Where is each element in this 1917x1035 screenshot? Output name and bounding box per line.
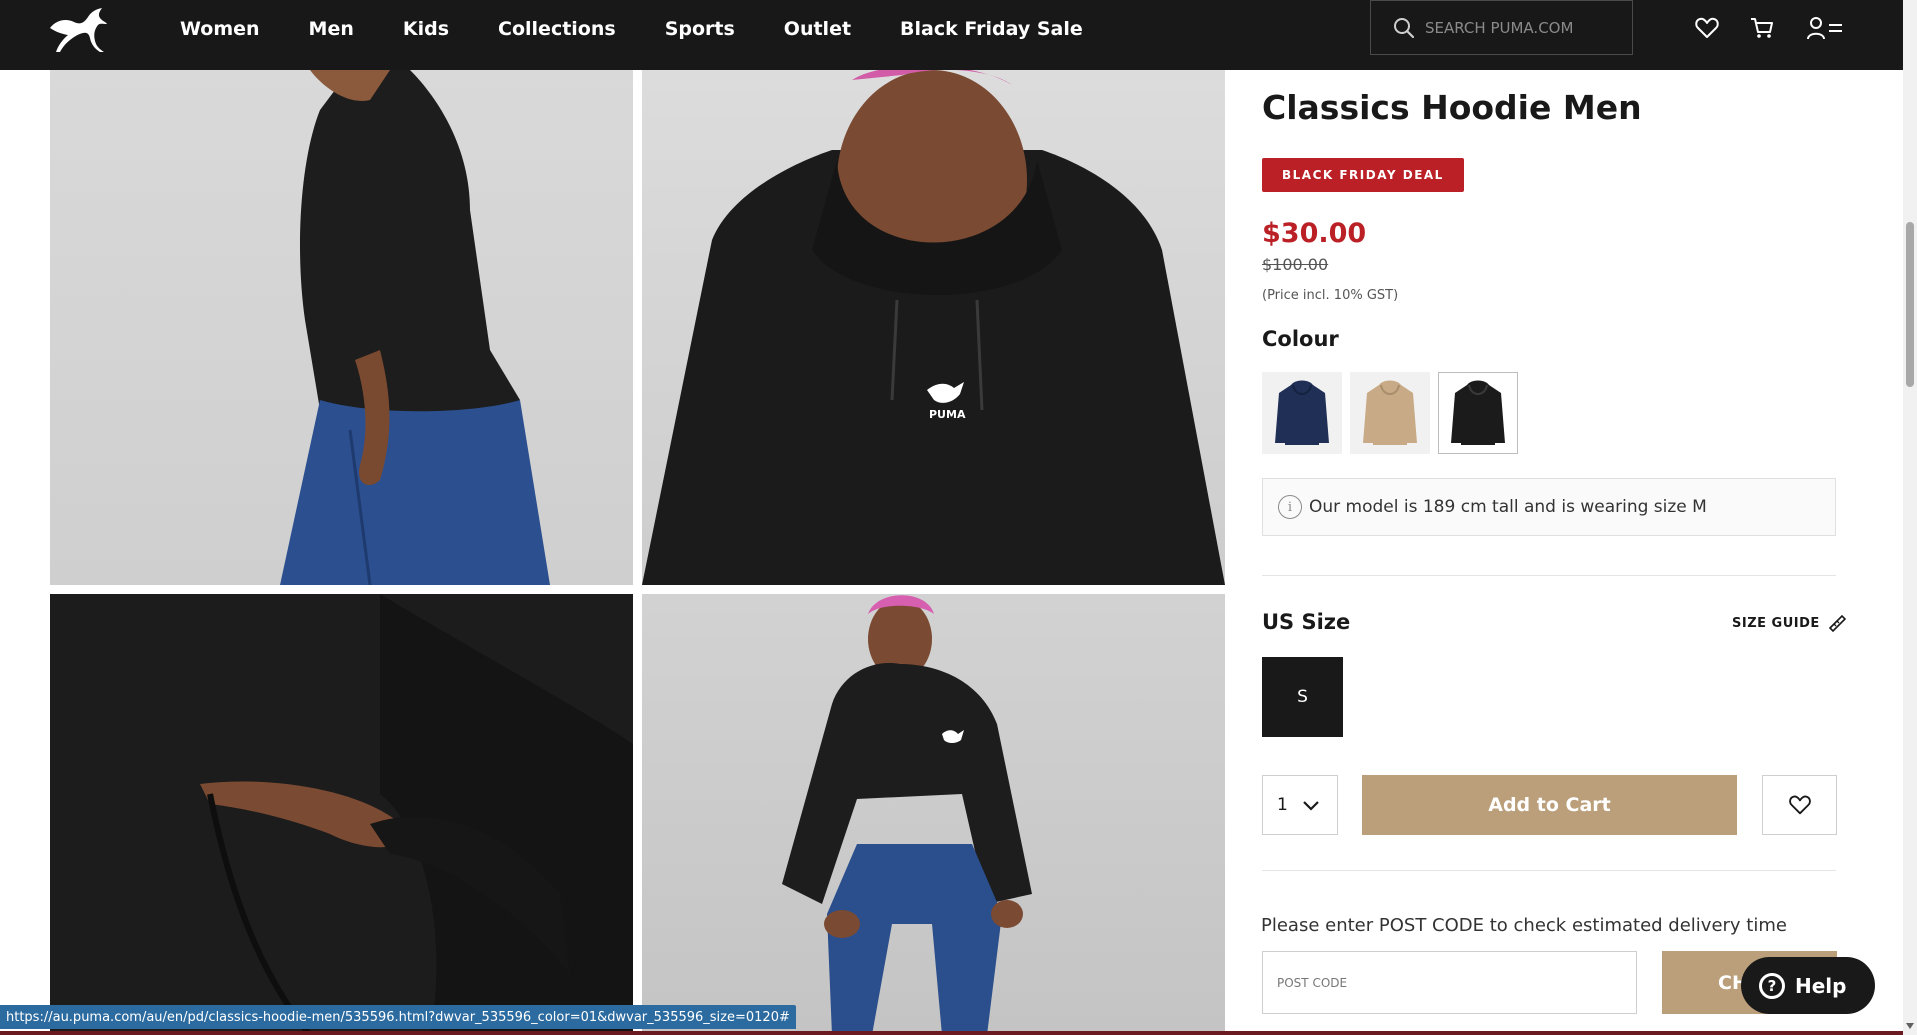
model-info-text: Our model is 189 cm tall and is wearing … xyxy=(1309,497,1707,517)
model-info-box: i Our model is 189 cm tall and is wearin… xyxy=(1262,478,1836,536)
status-bar-url: https://au.puma.com/au/en/pd/classics-ho… xyxy=(0,1005,796,1029)
product-image-full-body[interactable] xyxy=(642,594,1225,1035)
product-title: Classics Hoodie Men xyxy=(1262,88,1642,127)
info-icon: i xyxy=(1278,495,1302,519)
search-icon xyxy=(1394,17,1415,38)
search-box[interactable] xyxy=(1370,0,1633,55)
cart-icon[interactable] xyxy=(1749,15,1775,41)
help-question-icon: ? xyxy=(1759,972,1785,999)
colour-label: Colour xyxy=(1262,327,1339,351)
product-image-front-closeup[interactable]: PUMA xyxy=(642,70,1225,585)
nav-item-kids[interactable]: Kids xyxy=(403,18,449,40)
account-menu-icon[interactable] xyxy=(1806,15,1846,41)
sale-price: $30.00 xyxy=(1262,218,1367,249)
hoodie-pocket-illustration xyxy=(50,594,633,1035)
size-guide-link[interactable]: SIZE GUIDE xyxy=(1732,614,1846,632)
nav-item-outlet[interactable]: Outlet xyxy=(784,18,851,40)
ruler-icon xyxy=(1828,614,1846,632)
beige-hoodie-icon xyxy=(1363,380,1417,445)
navy-hoodie-icon xyxy=(1275,380,1329,445)
product-image-side[interactable] xyxy=(50,70,633,585)
black-hoodie-icon xyxy=(1451,380,1505,445)
heart-icon xyxy=(1788,795,1811,815)
svg-text:PUMA: PUMA xyxy=(929,408,966,421)
scrollbar-thumb[interactable] xyxy=(1906,222,1914,387)
divider xyxy=(1262,870,1836,871)
wishlist-heart-icon[interactable] xyxy=(1694,15,1720,41)
nav-item-men[interactable]: Men xyxy=(309,18,354,40)
nav-item-collections[interactable]: Collections xyxy=(498,18,616,40)
page-scrollbar[interactable] xyxy=(1903,0,1917,1035)
help-button[interactable]: ? Help xyxy=(1741,957,1875,1014)
quantity-select[interactable]: 1 xyxy=(1262,775,1338,835)
puma-logo-icon[interactable] xyxy=(46,6,110,54)
add-to-wishlist-button[interactable] xyxy=(1762,775,1837,835)
nav-item-black-friday-sale[interactable]: Black Friday Sale xyxy=(900,18,1083,40)
main-nav: Women Men Kids Collections Sports Outlet… xyxy=(180,0,1132,58)
hoodie-full-body-illustration xyxy=(782,595,1032,1035)
postcode-prompt: Please enter POST CODE to check estimate… xyxy=(1261,915,1787,936)
product-image-pocket-detail[interactable] xyxy=(50,594,633,1035)
postcode-input[interactable] xyxy=(1262,951,1637,1014)
colour-swatch-navy[interactable] xyxy=(1262,372,1342,454)
site-header: Women Men Kids Collections Sports Outlet… xyxy=(0,0,1903,70)
size-label: US Size xyxy=(1262,610,1351,634)
scroll-down-arrow-icon[interactable] xyxy=(1906,1023,1914,1029)
add-to-cart-button[interactable]: Add to Cart xyxy=(1362,775,1737,835)
original-price: $100.00 xyxy=(1262,255,1329,274)
nav-item-sports[interactable]: Sports xyxy=(665,18,735,40)
hoodie-side-illustration xyxy=(280,70,550,585)
hoodie-front-illustration: PUMA xyxy=(642,70,1225,585)
colour-swatch-beige[interactable] xyxy=(1350,372,1430,454)
size-guide-label: SIZE GUIDE xyxy=(1732,615,1820,631)
price-tax-note: (Price incl. 10% GST) xyxy=(1262,288,1399,303)
nav-item-women[interactable]: Women xyxy=(180,18,260,40)
size-option-s[interactable]: S xyxy=(1262,657,1343,737)
taskbar-strip xyxy=(0,1031,1903,1035)
divider xyxy=(1262,575,1836,576)
quantity-value: 1 xyxy=(1277,795,1288,815)
chevron-down-icon xyxy=(1303,801,1319,811)
help-label: Help xyxy=(1795,973,1847,998)
black-friday-badge: BLACK FRIDAY DEAL xyxy=(1262,158,1464,192)
search-input[interactable] xyxy=(1425,18,1615,37)
colour-swatch-black[interactable] xyxy=(1438,372,1518,454)
